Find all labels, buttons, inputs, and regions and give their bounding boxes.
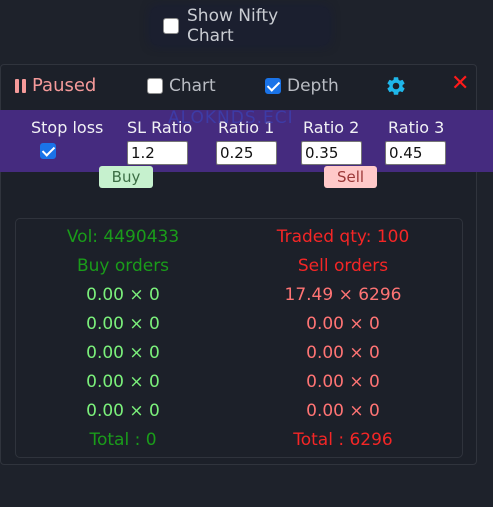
- buy-order-row: 0.00 × 0: [86, 372, 160, 392]
- buy-total: Total : 0: [89, 430, 157, 450]
- ratio2-label: Ratio 2: [303, 118, 360, 137]
- buy-order-row: 0.00 × 0: [86, 314, 160, 334]
- chart-label: Chart: [169, 76, 216, 96]
- close-icon[interactable]: ✕: [451, 73, 469, 95]
- sell-order-row: 0.00 × 0: [306, 372, 380, 392]
- sell-total: Total : 6296: [293, 430, 393, 450]
- traded-qty-label: Traded qty: 100: [276, 227, 410, 247]
- depth-label: Depth: [287, 76, 339, 96]
- show-nifty-chart-label: Show Nifty Chart: [187, 6, 279, 46]
- buy-order-row: 0.00 × 0: [86, 401, 160, 421]
- sell-button[interactable]: Sell: [324, 166, 377, 188]
- ratio3-label: Ratio 3: [388, 118, 445, 137]
- ratio3-group: Ratio 3: [385, 118, 446, 165]
- buy-side: Vol: 4490433 Buy orders 0.00 × 0 0.00 × …: [33, 223, 213, 455]
- sell-side: Traded qty: 100 Sell orders 17.49 × 6296…: [253, 223, 433, 455]
- sell-order-row: 0.00 × 0: [306, 343, 380, 363]
- ratio2-input[interactable]: [301, 141, 362, 165]
- sell-orders-header: Sell orders: [297, 256, 389, 276]
- buy-order-row: 0.00 × 0: [86, 343, 160, 363]
- show-nifty-chart-toggle[interactable]: Show Nifty Chart: [151, 6, 329, 46]
- chart-toggle[interactable]: Chart: [147, 76, 216, 96]
- ratio1-input[interactable]: [216, 141, 277, 165]
- ratio2-group: Ratio 2: [301, 118, 362, 165]
- watermark: ALOKNDS.ECI: [168, 108, 294, 128]
- order-book: Vol: 4490433 Buy orders 0.00 × 0 0.00 × …: [15, 218, 463, 458]
- panel-toolbar: Paused Chart Depth ✕: [1, 65, 478, 109]
- show-nifty-chart-checkbox[interactable]: [163, 18, 179, 34]
- sell-order-row: 0.00 × 0: [306, 401, 380, 421]
- sell-order-row: 17.49 × 6296: [284, 285, 402, 305]
- paused-label: Paused: [32, 75, 97, 96]
- paused-button[interactable]: Paused: [15, 75, 96, 96]
- buy-button[interactable]: Buy: [99, 166, 153, 188]
- stop-loss-group: Stop loss: [31, 118, 103, 159]
- stop-loss-label: Stop loss: [31, 118, 104, 137]
- chart-checkbox[interactable]: [147, 78, 163, 94]
- ratio3-input[interactable]: [385, 141, 446, 165]
- buy-orders-header: Buy orders: [76, 256, 170, 276]
- depth-toggle[interactable]: Depth: [265, 76, 339, 96]
- depth-checkbox[interactable]: [265, 78, 281, 94]
- pause-icon: [15, 78, 26, 93]
- buy-order-row: 0.00 × 0: [86, 285, 160, 305]
- sell-order-row: 0.00 × 0: [306, 314, 380, 334]
- gear-icon[interactable]: [385, 75, 407, 97]
- stop-loss-checkbox[interactable]: [40, 143, 57, 159]
- volume-label: Vol: 4490433: [66, 227, 180, 247]
- sl-ratio-input[interactable]: [127, 141, 188, 165]
